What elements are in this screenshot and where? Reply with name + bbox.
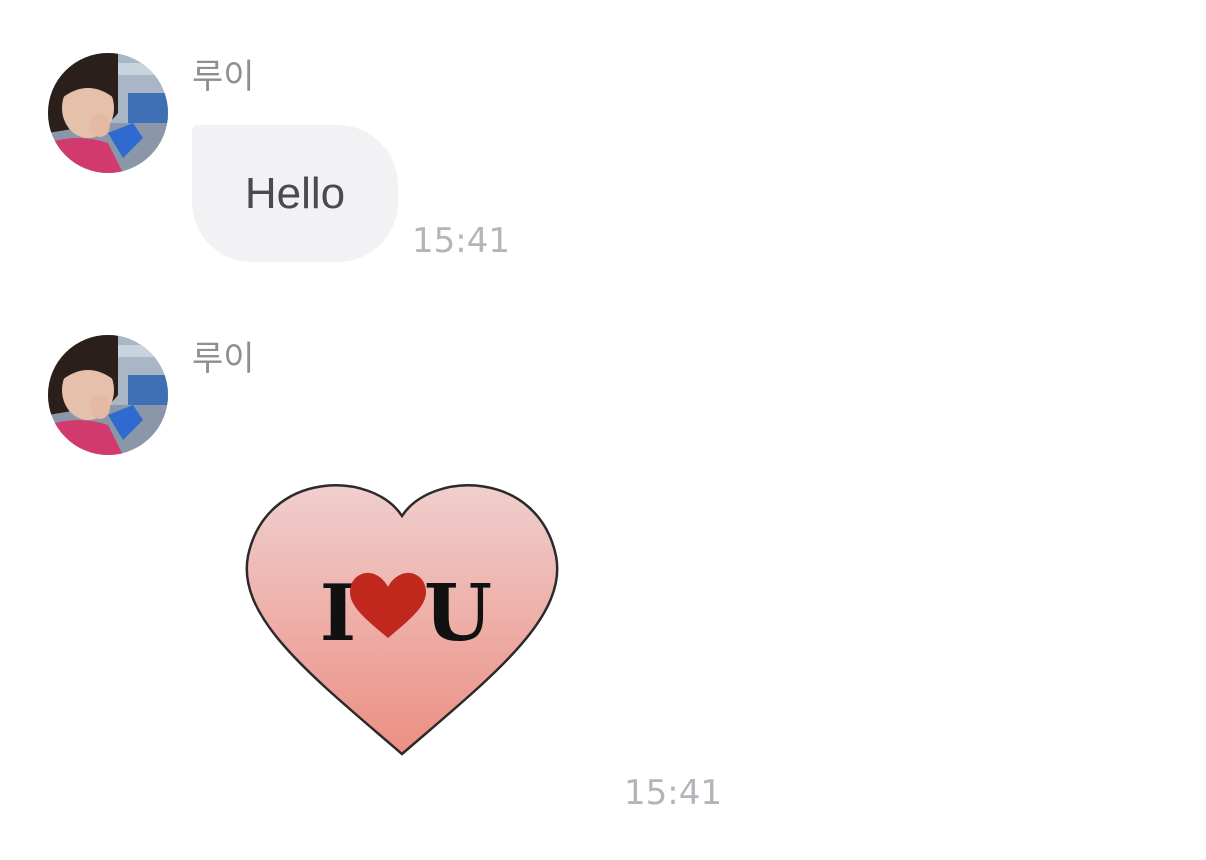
avatar-photo (48, 53, 168, 173)
sender-name: 루이 (192, 339, 255, 379)
heart-icon: I U (245, 484, 559, 756)
sender-name: 루이 (192, 57, 255, 97)
sticker-letter-left: I (320, 568, 357, 659)
sender-avatar[interactable] (48, 53, 168, 173)
heart-sticker[interactable]: I U (244, 478, 560, 758)
message-timestamp: 15:41 (412, 221, 510, 261)
sender-avatar[interactable] (48, 335, 168, 455)
message-bubble[interactable]: Hello (192, 125, 398, 262)
sticker-letter-right: U (424, 568, 492, 659)
message-text: Hello (244, 168, 346, 218)
message-timestamp: 15:41 (624, 773, 722, 813)
avatar-photo (48, 335, 168, 455)
